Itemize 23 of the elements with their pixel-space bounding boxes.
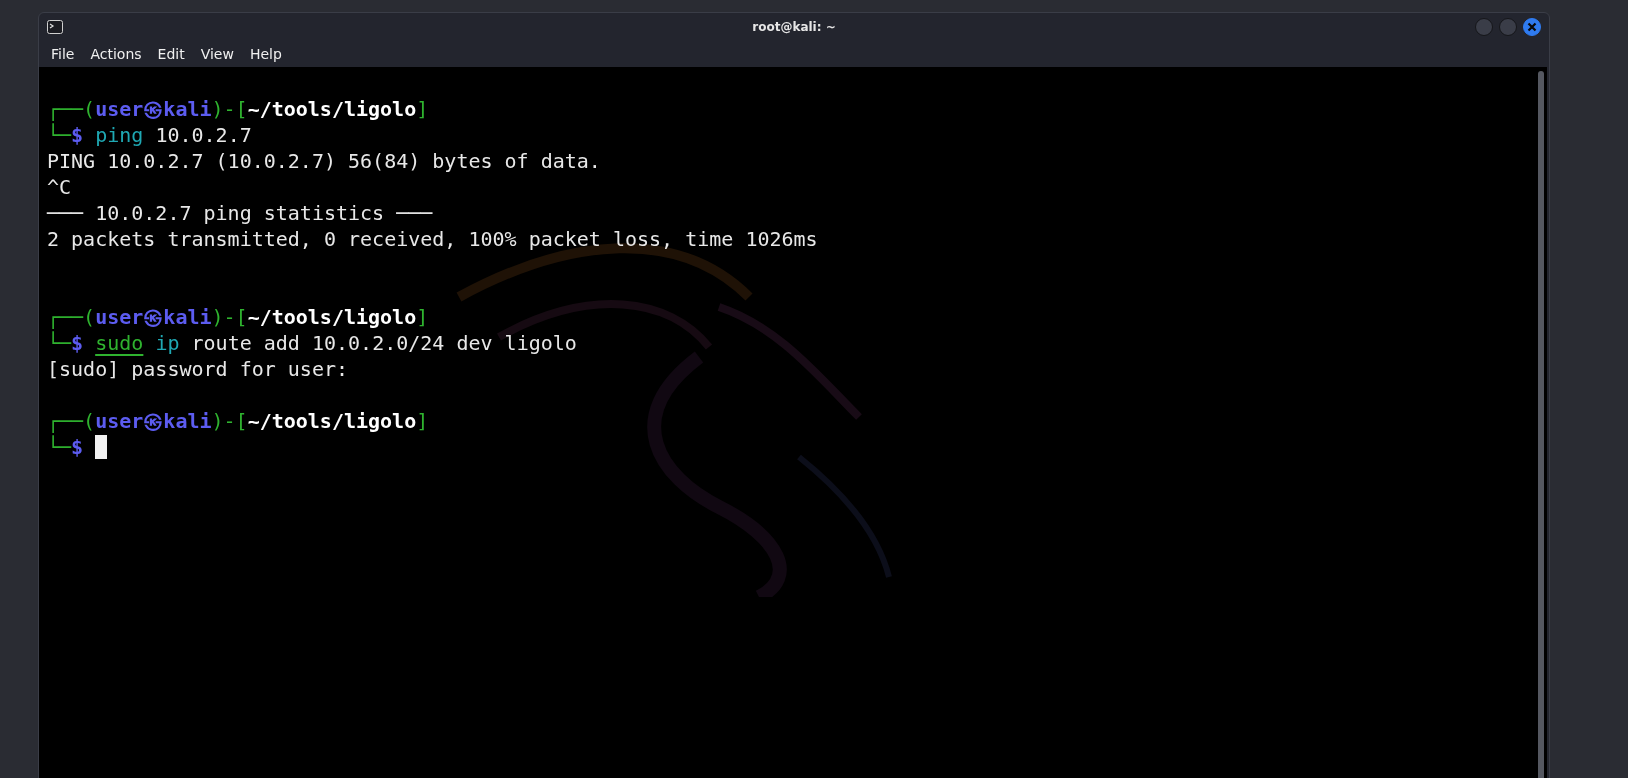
terminal-line: ─── 10.0.2.7 ping statistics ─── bbox=[47, 200, 433, 226]
terminal-line: └─$ ping 10.0.2.7 bbox=[47, 122, 252, 148]
terminal-line: ┌──(user㉿kali)-[~/tools/ligolo] bbox=[47, 96, 429, 122]
terminal-line: └─$ bbox=[47, 434, 85, 460]
minimize-button[interactable] bbox=[1475, 18, 1493, 36]
menu-item[interactable]: File bbox=[45, 44, 81, 64]
menu-item[interactable]: Help bbox=[243, 44, 288, 64]
menu-item[interactable]: Actions bbox=[84, 44, 148, 64]
terminal-line: ┌──(user㉿kali)-[~/tools/ligolo] bbox=[47, 408, 429, 434]
maximize-button[interactable] bbox=[1499, 18, 1517, 36]
scrollbar[interactable] bbox=[1538, 71, 1544, 778]
terminal-line: 2 packets transmitted, 0 received, 100% packet loss, time 1026ms bbox=[47, 226, 818, 252]
close-icon bbox=[1527, 22, 1537, 32]
terminal-line: └─$ sudo ip route add 10.0.2.0/24 dev ligolo bbox=[47, 330, 577, 356]
terminal-icon bbox=[47, 20, 63, 34]
terminal-line: PING 10.0.2.7 (10.0.2.7) 56(84) bytes of data. bbox=[47, 148, 601, 174]
menu-item[interactable]: Edit bbox=[151, 44, 191, 64]
close-button[interactable] bbox=[1523, 18, 1541, 36]
terminal-line: [sudo] password for user: bbox=[47, 356, 349, 382]
menu-item[interactable]: View bbox=[194, 44, 240, 64]
terminal-line: ^C bbox=[47, 174, 72, 200]
window-title: root@kali: ~ bbox=[752, 20, 836, 34]
terminal-line: ┌──(user㉿kali)-[~/tools/ligolo] bbox=[47, 304, 429, 330]
